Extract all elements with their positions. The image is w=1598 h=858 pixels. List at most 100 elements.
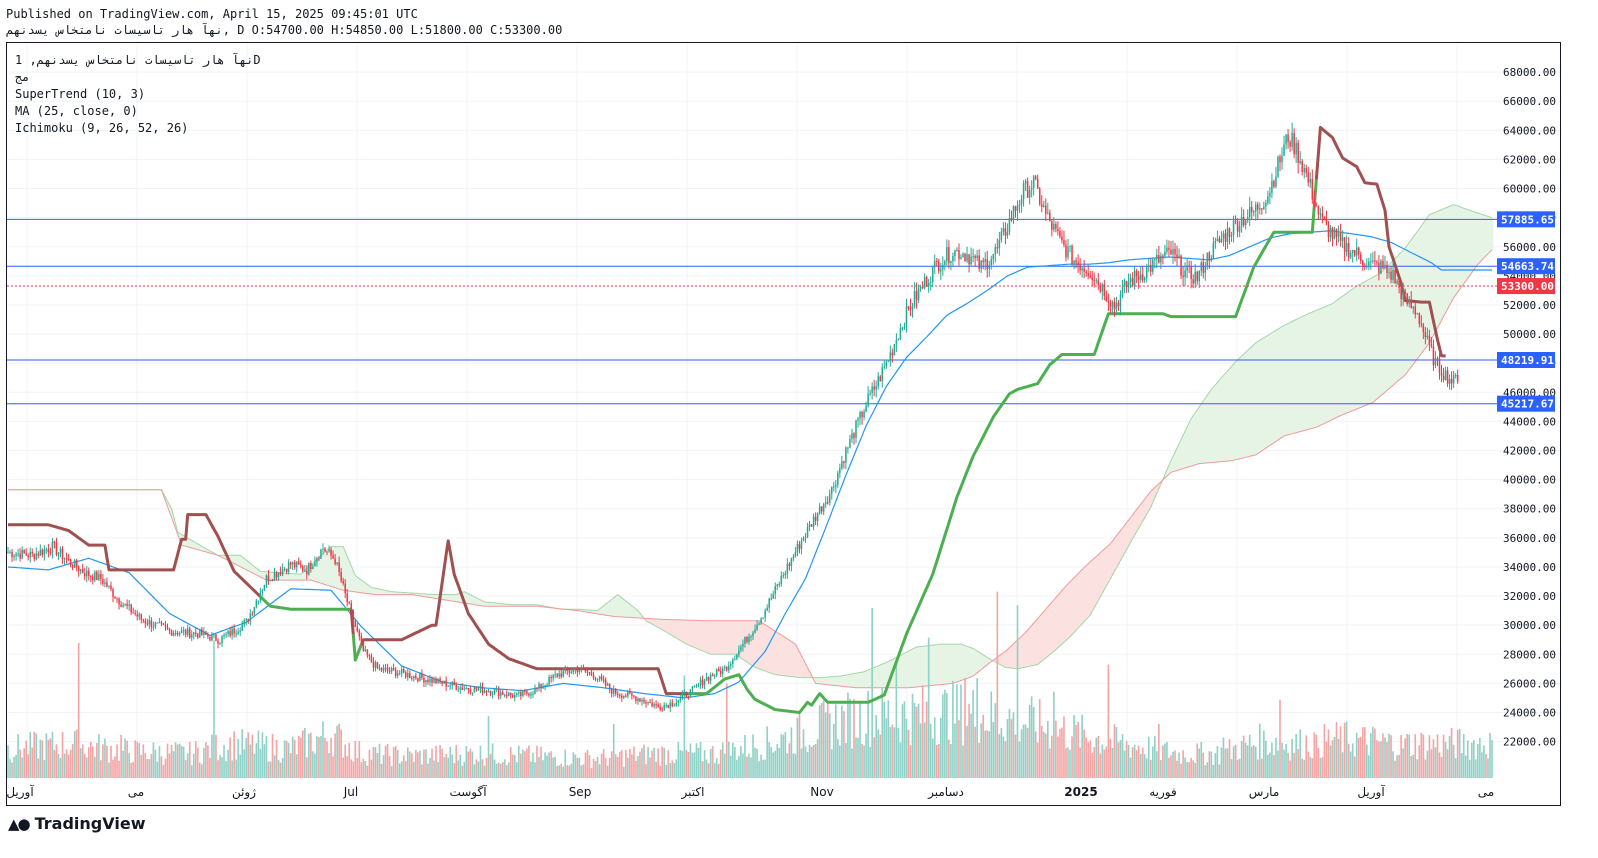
candle-body — [1147, 265, 1150, 268]
volume-bar — [1303, 759, 1306, 778]
volume-bar — [376, 753, 379, 778]
candle-body — [1319, 213, 1322, 215]
candle-body — [786, 563, 789, 574]
time-tick-label: اکتبر — [681, 785, 705, 800]
candle-body — [1103, 284, 1106, 297]
volume-bar — [982, 714, 985, 778]
candle-body — [818, 506, 821, 514]
volume-bar — [273, 755, 276, 778]
candle-body — [53, 541, 56, 544]
volume-bar — [734, 747, 736, 778]
volume-bar — [748, 753, 750, 778]
volume-bar — [546, 755, 548, 778]
candle-body — [1301, 161, 1303, 173]
volume-bar — [616, 757, 619, 778]
candle-body — [1345, 243, 1348, 253]
tradingview-brand[interactable]: ▲● TradingView — [8, 814, 145, 833]
legend-ichimoku[interactable]: Ichimoku (9, 26, 52, 26) — [15, 121, 188, 135]
volume-bar — [503, 759, 506, 778]
volume-bar — [1069, 749, 1071, 778]
volume-bar — [134, 740, 137, 778]
volume-bar — [782, 734, 785, 778]
candle-body — [1244, 220, 1247, 226]
volume-bar — [378, 743, 381, 778]
candle-body — [1317, 205, 1320, 215]
volume-bar — [297, 736, 300, 778]
volume-bar — [540, 746, 542, 778]
candle-body — [869, 393, 871, 395]
candle-body — [83, 573, 86, 577]
candle-body — [1008, 218, 1011, 232]
volume-bar — [499, 763, 502, 778]
candle-body — [445, 680, 447, 687]
candle-body — [600, 676, 603, 680]
volume-bar — [802, 729, 805, 778]
volume-bar — [1242, 735, 1245, 778]
volume-bar — [53, 750, 56, 778]
candle-body — [861, 411, 863, 418]
volume-bar — [1073, 715, 1075, 778]
candle-body — [598, 676, 601, 680]
candle-body — [675, 702, 678, 706]
volume-bar — [1141, 747, 1144, 778]
candle-body — [1152, 259, 1154, 272]
candle-body — [374, 662, 377, 668]
candle-body — [1166, 247, 1168, 252]
candle-body — [487, 691, 490, 693]
candle-body — [229, 630, 231, 636]
volume-bar — [501, 762, 504, 778]
volume-bar — [253, 753, 256, 778]
candle-body — [1208, 252, 1211, 261]
volume-bar — [1184, 757, 1186, 778]
volume-bar — [935, 744, 938, 778]
candle-body — [574, 668, 577, 670]
volume-bar — [600, 753, 603, 778]
volume-bar — [1117, 742, 1120, 778]
volume-bar — [330, 737, 332, 778]
volume-bar — [820, 703, 823, 778]
legend-ma[interactable]: MA (25, close, 0) — [15, 104, 138, 118]
candle-body — [277, 572, 280, 577]
legend-supertrend[interactable]: SuperTrend (10, 3) — [15, 87, 145, 101]
volume-bar — [1162, 745, 1164, 778]
volume-bar — [283, 740, 286, 778]
volume-bar — [1166, 741, 1168, 778]
candle-body — [1030, 188, 1033, 190]
candle-body — [300, 564, 302, 567]
candle-body — [263, 585, 266, 591]
candle-body — [1133, 270, 1136, 286]
volume-bar — [627, 757, 629, 778]
volume-bar — [693, 752, 696, 778]
volume-bar — [1131, 747, 1134, 778]
candle-body — [1200, 262, 1203, 271]
volume-bar — [441, 748, 443, 778]
volume-bar — [314, 753, 316, 778]
candle-body — [1018, 204, 1021, 206]
candle-body — [940, 269, 942, 272]
candle-body — [1321, 213, 1324, 217]
volume-bar — [865, 733, 867, 778]
volume-bar — [1067, 747, 1069, 778]
candle-body — [570, 672, 573, 674]
candle-body — [518, 692, 520, 694]
volume-bar — [124, 738, 126, 778]
candle-body — [550, 676, 552, 679]
candle-body — [929, 282, 932, 284]
candle-body — [540, 683, 542, 689]
volume-bar — [711, 746, 714, 778]
candle-body — [1267, 196, 1269, 203]
volume-bar — [746, 756, 748, 778]
candle-body — [257, 600, 260, 602]
volume-bar — [631, 754, 633, 778]
volume-bar — [231, 760, 233, 778]
candle-body — [1097, 279, 1100, 285]
candle-body — [1341, 237, 1344, 241]
volume-bar — [1353, 756, 1356, 778]
candle-body — [764, 610, 766, 618]
candle-body — [1366, 266, 1368, 268]
candle-body — [110, 585, 112, 590]
candle-body — [1263, 206, 1265, 209]
volume-bar — [227, 749, 229, 778]
candle-body — [1168, 247, 1170, 250]
volume-bar — [277, 759, 280, 778]
